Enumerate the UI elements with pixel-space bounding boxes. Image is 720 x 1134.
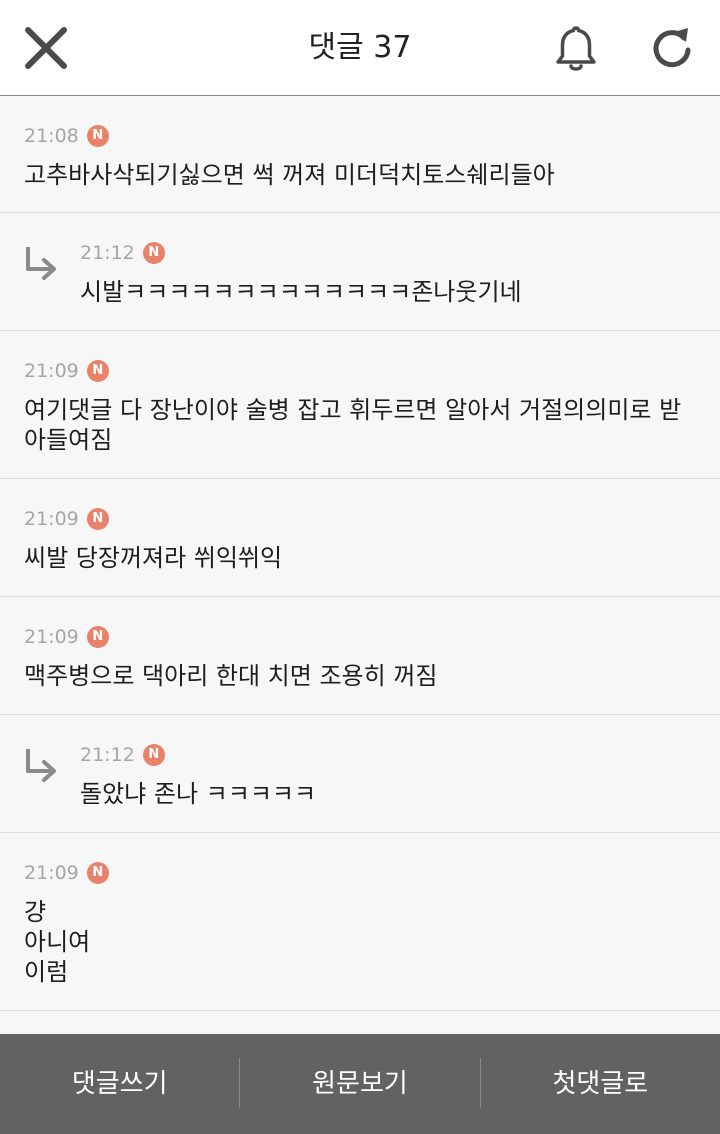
comment-text: 여기댓글 다 장난이야 술병 잡고 휘두르면 알아서 거절의의미로 받아들여짐: [24, 396, 682, 454]
comment-item[interactable]: 21:09 N 맥주병으로 댁아리 한대 치면 조용히 꺼짐: [0, 597, 720, 715]
refresh-button[interactable]: [644, 20, 700, 76]
comment-time: 21:09: [24, 508, 79, 530]
comment-text: 맥주병으로 댁아리 한대 치면 조용히 꺼짐: [24, 662, 438, 690]
comment-item[interactable]: 21:09 N 씨발 당장꺼져라 쒸익쒸익: [0, 479, 720, 597]
reply-arrow-icon: [22, 745, 62, 785]
comment-text: 걍 아니여 이럼: [24, 898, 91, 986]
bell-icon: [556, 26, 596, 71]
comment-item[interactable]: 21:08 N 고추바사삭되기싫으면 썩 꺼져 미더덕치토스쉐리들아: [0, 96, 720, 213]
header: 댓글 37: [0, 0, 720, 96]
reply-item[interactable]: 21:12 N 시발ㅋㅋㅋㅋㅋㅋㅋㅋㅋㅋㅋㅋㅋ존나웃기네: [0, 213, 720, 331]
first-comment-button[interactable]: 첫댓글로: [481, 1034, 720, 1134]
comment-text: 씨발 당장꺼져라 쒸익쒸익: [24, 544, 283, 572]
comment-item[interactable]: 21:09 N 여기댓글 다 장난이야 술병 잡고 휘두르면 알아서 거절의의미…: [0, 331, 720, 479]
comment-text: 시발ㅋㅋㅋㅋㅋㅋㅋㅋㅋㅋㅋㅋㅋ존나웃기네: [80, 278, 522, 306]
new-badge: N: [86, 862, 109, 884]
new-badge: N: [142, 744, 165, 766]
new-badge: N: [86, 125, 109, 147]
new-badge: N: [86, 360, 109, 382]
new-badge: N: [142, 242, 165, 264]
view-original-button[interactable]: 원문보기: [240, 1034, 479, 1134]
comment-text: 돌았냐 존나 ㅋㅋㅋㅋㅋ: [80, 780, 317, 808]
comment-time: 21:09: [24, 626, 79, 648]
comment-text: 고추바사삭되기싫으면 썩 꺼져 미더덕치토스쉐리들아: [24, 161, 555, 189]
comment-time: 21:12: [80, 242, 135, 264]
bottom-action-bar: 댓글쓰기 원문보기 첫댓글로: [0, 1034, 720, 1134]
reply-item[interactable]: 21:12 N 돌았냐 존나 ㅋㅋㅋㅋㅋ: [0, 715, 720, 833]
comment-item[interactable]: 21:09 N 걍 아니여 이럼: [0, 833, 720, 1011]
comment-time: 21:08: [24, 125, 79, 147]
comment-time: 21:09: [24, 862, 79, 884]
comment-list: 21:08 N 고추바사삭되기싫으면 썩 꺼져 미더덕치토스쉐리들아 21:12…: [0, 96, 720, 1011]
write-comment-button[interactable]: 댓글쓰기: [0, 1034, 239, 1134]
new-badge: N: [86, 508, 109, 530]
refresh-icon: [653, 28, 691, 68]
comment-time: 21:09: [24, 360, 79, 382]
comment-time: 21:12: [80, 744, 135, 766]
new-badge: N: [86, 626, 109, 648]
notification-button[interactable]: [548, 20, 604, 76]
reply-arrow-icon: [22, 243, 62, 283]
page-title: 댓글 37: [308, 30, 412, 65]
